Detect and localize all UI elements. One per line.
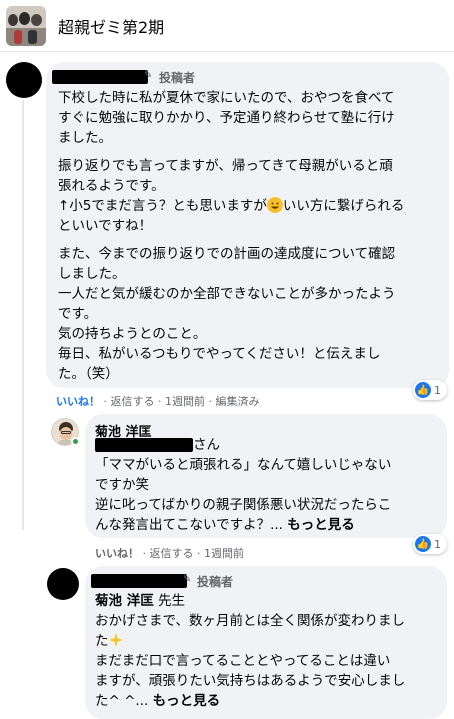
reply-text-segment: た [95,633,109,649]
redacted-author-name[interactable] [91,574,187,588]
reply-text-line: ますが、頑張りたい気持ちはあるようで安心しまし [95,673,406,689]
reaction-summary[interactable]: 👍 1 [413,380,447,400]
like-button[interactable]: いいね！ [56,395,100,408]
comment-text-line: 下校した時に私が夏休で家にいたので、おやつを食べて [58,90,395,106]
comment-text-segment: いい方に繋げられる [282,198,405,214]
comment-text-line: すぐに勉強に取りかかり、予定通り終わらせて塾に行け [58,110,395,126]
grinning-emoji-icon [266,197,283,213]
reply-timestamp[interactable]: 1週間前 [204,547,244,560]
comment-text-line: 振り返りでも言ってますが、帰ってきて母親がいると頑 [58,158,393,174]
reply-text-line: おかげさまで、数ヶ月前とは全く関係が変わりまし [95,613,405,629]
edited-label[interactable]: 編集済み [216,395,260,408]
reaction-count: 1 [434,537,441,551]
reply-actions: いいね！ · 返信する · 1週間前 [95,547,244,560]
comment-text-line: 一人だと気が緩むのか全部できないことが多かったよう [58,286,396,302]
reaction-summary[interactable]: 👍 1 [413,534,447,554]
comment-text-line: ました。 [58,130,112,146]
mention-link[interactable]: 菊池 洋匡 [95,593,154,609]
reply-text-segment: た^ ^... [95,693,149,709]
reply-text-line: た [95,631,123,651]
commenter-avatar[interactable] [47,568,79,600]
comment-text-line: といいですね！ [58,218,153,234]
sparkles-emoji-icon [108,633,123,647]
comment-text-line: ↑小5でまだ言う？とも思いますが いい方に繋げられる [58,196,404,216]
reply-button[interactable]: 返信する [111,395,155,408]
like-button[interactable]: いいね！ [95,547,139,560]
author-badge-icon: ✎ [183,574,192,585]
mention-salutation: さん [193,437,220,453]
redacted-mention[interactable] [95,438,193,452]
group-title[interactable]: 超親ゼミ第2期 [58,14,164,38]
comment-text-line: です。 [58,306,98,322]
author-badge: 投稿者 [159,71,196,85]
comment-text-line: た。（笑） [58,366,119,382]
author-badge-icon: ✎ [144,70,153,81]
comment-text-line: 張れるようです。 [58,178,165,194]
reply-text-line: まだまだ口で言ってることとやってることは違い [95,653,391,669]
reply-text-segment: んな発言出てこないですよ？... [95,517,283,533]
commenter-avatar[interactable] [6,62,42,98]
like-reaction-icon: 👍 [415,382,431,398]
reply-text-line: ですか笑 [95,477,149,493]
comment-timestamp[interactable]: 1週間前 [165,395,205,408]
comment-text-line: また、今までの振り返りでの計画の達成度について確認 [58,246,396,262]
author-badge: 投稿者 [197,575,234,589]
comment-text-line: 毎日、私がいるつもりでやってください！と伝えまし [58,346,381,362]
comment-text-line: 気の持ちようとのこと。 [58,326,207,342]
reaction-count: 1 [434,383,441,397]
reply-text-line: 「ママがいると頑張れる」なんて嬉しいじゃない [95,457,392,473]
reply-bubble: ✎ 投稿者 菊池 洋匡 先生 おかげさまで、数ヶ月前とは全く関係が変わりまし た… [85,566,447,719]
online-status-indicator [71,437,80,446]
like-reaction-icon: 👍 [415,536,431,552]
reply-text-line: んな発言出てこないですよ？... もっと見る [95,515,355,535]
reply-text-line: た^ ^... もっと見る [95,691,220,711]
see-more-link[interactable]: もっと見る [153,693,221,709]
reply-text-line: 菊池 洋匡 先生 [95,591,185,611]
comment-bubble: ✎ 投稿者 下校した時に私が夏休で家にいたので、おやつを食べて すぐに勉強に取り… [46,62,449,388]
redacted-author-name[interactable] [52,70,148,84]
thread-connector [22,100,24,530]
comment-actions: いいね！ · 返信する · 1週間前 · 編集済み [56,395,260,408]
comment-text-segment: ↑小5でまだ言う？とも思いますが [58,198,267,214]
comment-text-line: しました。 [58,266,126,282]
reply-bubble: 菊池 洋匡 さん 「ママがいると頑張れる」なんて嬉しいじゃない ですか笑 逆に叱… [85,414,447,538]
group-header: 超親ゼミ第2期 [0,0,454,52]
see-more-link[interactable]: もっと見る [287,517,355,533]
reply-button[interactable]: 返信する [150,547,194,560]
reply-text-line: 逆に叱ってばかりの親子関係悪い状況だったらこ [95,497,392,513]
group-cover-image[interactable] [6,6,46,46]
reply-text-segment: 先生 [153,593,185,609]
